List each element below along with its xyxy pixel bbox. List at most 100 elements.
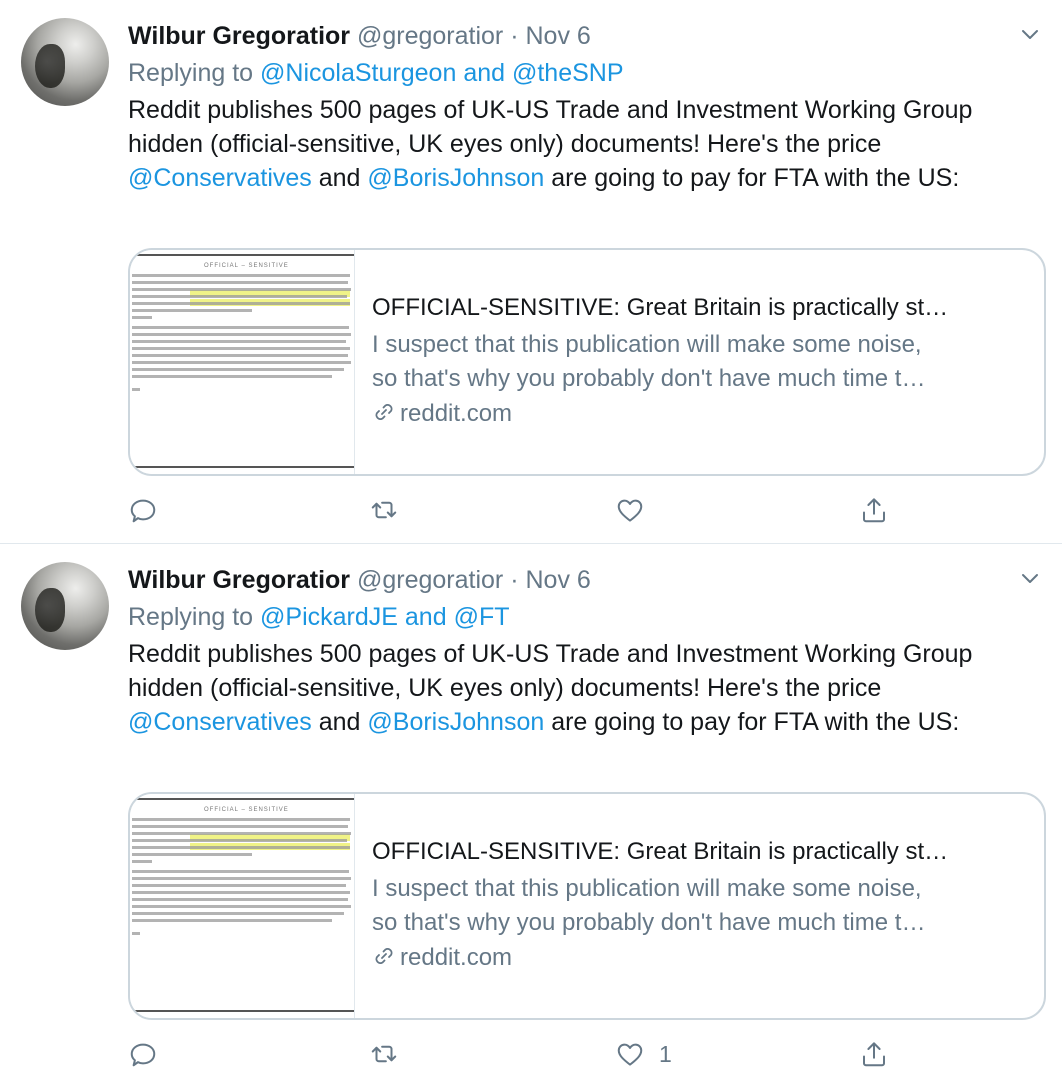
tweet-date[interactable]: Nov 6 — [525, 566, 590, 594]
tweet-text-part: and — [311, 708, 368, 736]
chevron-down-icon[interactable] — [1018, 566, 1042, 590]
thumb-line — [132, 388, 140, 391]
like-count: 1 — [659, 1040, 672, 1067]
avatar[interactable] — [21, 562, 109, 650]
thumb-line — [132, 891, 350, 894]
avatar[interactable] — [21, 18, 109, 106]
card-description-line: so that's why you probably don't have mu… — [372, 365, 926, 392]
thumb-line — [132, 309, 252, 312]
reply-and[interactable]: and — [405, 603, 447, 631]
retweet-button[interactable] — [369, 493, 413, 527]
tweet[interactable]: Wilbur Gregoratior @gregoratior · Nov 6 … — [0, 0, 1062, 544]
thumb-line — [132, 368, 344, 371]
thumb-line — [132, 839, 347, 842]
thumb-line — [132, 846, 350, 849]
card-domain-text: reddit.com — [400, 944, 513, 971]
tweet[interactable]: Wilbur Gregoratior @gregoratior · Nov 6 … — [0, 544, 1062, 1084]
thumb-line — [132, 340, 346, 343]
thumb-line — [132, 884, 346, 887]
tweet-text: Reddit publishes 500 pages of UK-US Trad… — [128, 637, 1038, 739]
link-icon — [375, 404, 393, 420]
author-handle[interactable]: @gregoratior — [357, 566, 503, 594]
card-domain-text: reddit.com — [400, 400, 513, 427]
like-icon — [617, 499, 643, 522]
reply-mention[interactable]: @PickardJE — [260, 603, 398, 631]
reply-button[interactable] — [128, 1037, 172, 1071]
reply-mention[interactable]: @FT — [454, 603, 510, 631]
thumb-rule — [130, 1010, 354, 1012]
card-description-line: so that's why you probably don't have mu… — [372, 909, 926, 936]
reply-icon — [130, 1043, 156, 1067]
author-handle[interactable]: @gregoratior — [357, 22, 503, 50]
thumb-line — [132, 274, 350, 277]
card-description: I suspect that this publication will mak… — [372, 872, 1032, 940]
like-button[interactable] — [615, 493, 659, 527]
replying-to: Replying to @PickardJE and @FT — [128, 600, 510, 634]
thumb-line — [132, 912, 344, 915]
replying-prefix: Replying to — [128, 603, 254, 631]
mention-link[interactable]: @BorisJohnson — [367, 708, 544, 736]
card-thumbnail: OFFICIAL – SENSITIVE — [130, 250, 355, 474]
retweet-icon — [371, 1045, 397, 1063]
thumb-line — [132, 832, 351, 835]
share-button[interactable] — [859, 1037, 889, 1071]
thumb-line — [132, 818, 350, 821]
replying-to: Replying to @NicolaSturgeon and @theSNP — [128, 56, 624, 90]
retweet-button[interactable] — [369, 1037, 413, 1071]
thumb-line — [132, 853, 252, 856]
reply-button[interactable] — [128, 493, 172, 527]
card-domain: reddit.com — [372, 398, 512, 430]
tweet-text: Reddit publishes 500 pages of UK-US Trad… — [128, 93, 1038, 195]
thumb-line — [132, 870, 349, 873]
thumb-line — [132, 347, 350, 350]
thumb-line — [132, 288, 351, 291]
mention-link[interactable]: @Conservatives — [128, 708, 312, 736]
like-button[interactable]: 1 — [615, 1037, 672, 1071]
thumb-line — [132, 860, 152, 863]
author-name[interactable]: Wilbur Gregoratior — [128, 566, 350, 594]
like-icon — [617, 1043, 643, 1066]
card-thumbnail: OFFICIAL – SENSITIVE — [130, 794, 355, 1018]
tweet-header: Wilbur Gregoratior @gregoratior · Nov 6 — [128, 564, 591, 596]
thumb-line — [132, 326, 349, 329]
thumb-line — [132, 361, 351, 364]
reply-mention[interactable]: @theSNP — [512, 59, 624, 87]
thumb-line — [132, 898, 348, 901]
tweet-date[interactable]: Nov 6 — [525, 22, 590, 50]
thumb-line — [132, 932, 140, 935]
thumb-line — [132, 333, 351, 336]
thumb-line — [132, 919, 332, 922]
replying-prefix: Replying to — [128, 59, 254, 87]
tweet-actions: 1 — [128, 1037, 908, 1071]
tweet-text-part: and — [311, 164, 368, 192]
thumb-doc-title: OFFICIAL – SENSITIVE — [204, 263, 289, 269]
thumb-line — [132, 281, 348, 284]
card-title: OFFICIAL-SENSITIVE: Great Britain is pra… — [372, 838, 949, 865]
thumb-rule — [130, 466, 354, 468]
share-icon — [863, 1042, 885, 1067]
tweet-text-part: Reddit publishes 500 pages of UK-US Trad… — [128, 640, 973, 702]
card-description-line: I suspect that this publication will mak… — [372, 875, 922, 902]
tweet-header: Wilbur Gregoratior @gregoratior · Nov 6 — [128, 20, 591, 52]
card-title: OFFICIAL-SENSITIVE: Great Britain is pra… — [372, 294, 949, 321]
thumb-line — [132, 302, 350, 305]
reply-mention[interactable]: @NicolaSturgeon — [260, 59, 456, 87]
link-icon — [375, 948, 393, 964]
tweet-text-part: Reddit publishes 500 pages of UK-US Trad… — [128, 96, 973, 158]
link-card[interactable]: OFFICIAL – SENSITIVE OFFICIAL-SENSITIVE:… — [128, 248, 1046, 476]
thumb-rule — [130, 798, 354, 800]
share-button[interactable] — [859, 493, 889, 527]
thumb-line — [132, 375, 332, 378]
chevron-down-icon[interactable] — [1018, 22, 1042, 46]
mention-link[interactable]: @BorisJohnson — [367, 164, 544, 192]
author-name[interactable]: Wilbur Gregoratior — [128, 22, 350, 50]
link-card[interactable]: OFFICIAL – SENSITIVE OFFICIAL-SENSITIVE:… — [128, 792, 1046, 1020]
reply-and[interactable]: and — [463, 59, 505, 87]
thumb-line — [132, 295, 347, 298]
share-icon — [863, 498, 885, 523]
card-description-line: I suspect that this publication will mak… — [372, 331, 922, 358]
card-description: I suspect that this publication will mak… — [372, 328, 1032, 396]
retweet-icon — [371, 501, 397, 519]
separator-dot: · — [510, 22, 519, 50]
mention-link[interactable]: @Conservatives — [128, 164, 312, 192]
